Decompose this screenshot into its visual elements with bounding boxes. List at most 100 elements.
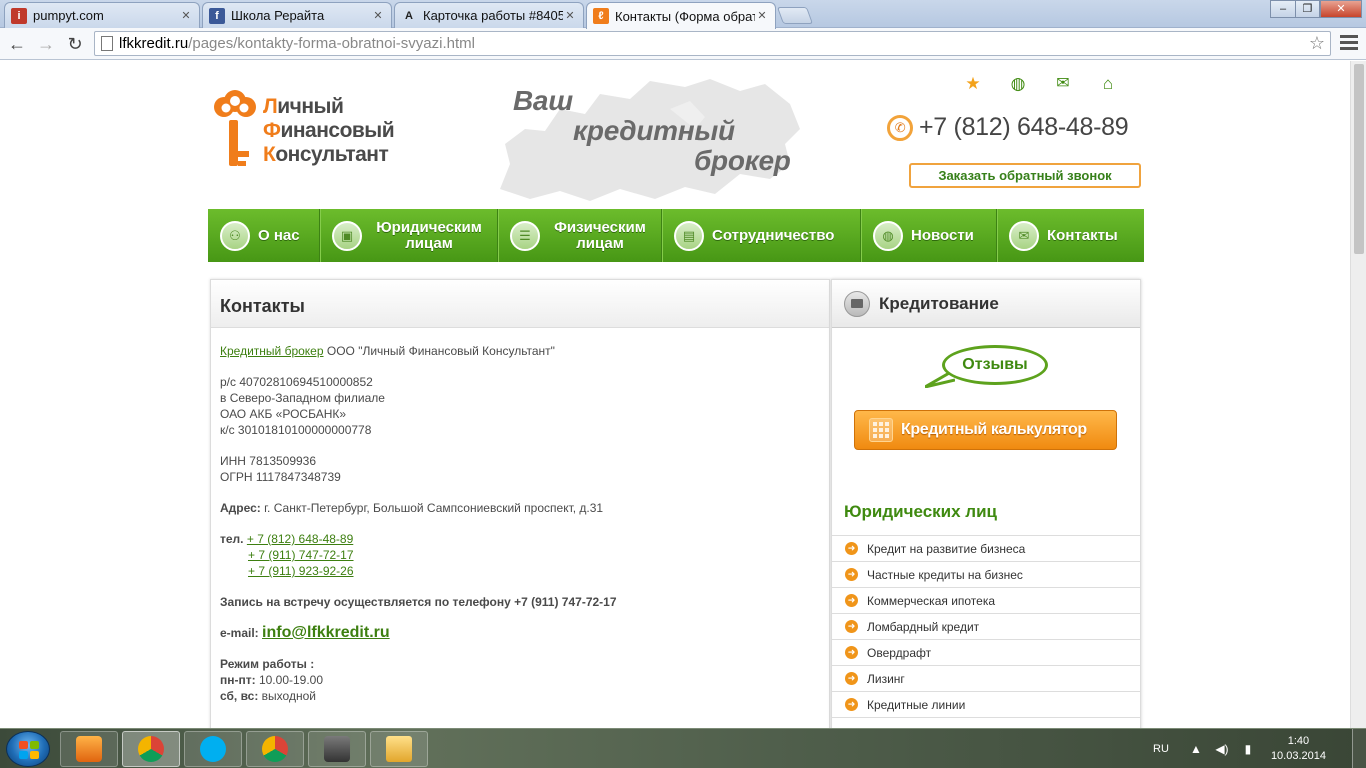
sidebar-title-text: Кредитование (879, 293, 999, 313)
chrome-menu-icon[interactable] (1340, 35, 1358, 51)
phone-number: +7 (812) 648-48-89 (919, 113, 1129, 141)
close-icon[interactable]: ✕ (755, 9, 769, 23)
bank-account: р/с 40702810694510000852 (220, 375, 373, 389)
credit-calculator-button[interactable]: Кредитный калькулятор (854, 410, 1117, 450)
sidebar-title: Кредитование (832, 280, 1140, 328)
list-item[interactable]: ➜ Кредит на развитие бизнеса (832, 535, 1140, 561)
briefcase-icon (844, 290, 870, 317)
list-item[interactable]: ➜ Ломбардный кредит (832, 613, 1140, 639)
nav-label: Новости (911, 226, 974, 244)
nav-item-about[interactable]: ⚇ О нас (208, 209, 320, 262)
tab-rewrite-school[interactable]: f Школа Рерайта ✕ (202, 2, 392, 28)
close-icon[interactable]: ✕ (563, 9, 577, 23)
tab-title: Школа Рерайта (231, 8, 325, 23)
phone-link[interactable]: + 7 (911) 747-72-17 (220, 547, 829, 563)
address-label: Адрес: (220, 501, 261, 515)
window-close-button[interactable]: ✕ (1320, 0, 1362, 18)
list-item[interactable]: ➜ Кредитные линии (832, 691, 1140, 717)
vertical-scrollbar[interactable] (1350, 61, 1366, 728)
list-item[interactable]: ➜ Частные кредиты на бизнес (832, 561, 1140, 587)
favorite-star-icon[interactable]: ★ (962, 73, 984, 95)
close-icon[interactable]: ✕ (179, 9, 193, 23)
minimize-button[interactable]: – (1270, 0, 1296, 18)
taskbar-media-player[interactable] (60, 731, 118, 767)
bookmark-star-icon[interactable]: ☆ (1309, 33, 1325, 54)
list-item[interactable]: ➜ Овердрафт (832, 639, 1140, 665)
main-navigation: ⚇ О нас ▣ Юридическим лицам ☰ Физическим… (208, 209, 1144, 262)
back-arrow-icon[interactable]: ← (6, 33, 28, 55)
reviews-button[interactable]: Отзывы (942, 345, 1048, 385)
volume-icon[interactable]: ◀) (1214, 742, 1230, 756)
nav-item-legal-entities[interactable]: ▣ Юридическим лицам (320, 209, 498, 262)
windows-logo-icon (19, 741, 39, 759)
start-button[interactable] (6, 731, 50, 767)
bank-branch: в Северо-Западном филиале (220, 391, 385, 405)
document-icon: ☰ (510, 220, 540, 251)
bank-name: ОАО АКБ «РОСБАНК» (220, 407, 347, 421)
phone-link[interactable]: + 7 (911) 923-92-26 (220, 563, 829, 579)
show-hidden-icons-icon[interactable]: ▲ (1188, 742, 1204, 756)
nav-item-individuals[interactable]: ☰ Физическим лицам (498, 209, 662, 262)
nav-item-news[interactable]: ◍ Новости (861, 209, 997, 262)
credit-broker-link[interactable]: Кредитный брокер (220, 344, 324, 358)
reload-icon[interactable]: ↻ (64, 33, 86, 55)
home-icon[interactable]: ⌂ (1097, 73, 1119, 95)
taskbar-gimp[interactable] (308, 731, 366, 767)
tab-title: Карточка работы #84056 (423, 8, 563, 23)
scrollbar-thumb[interactable] (1354, 64, 1364, 254)
forward-arrow-icon[interactable]: → (35, 33, 57, 55)
browser-tab-strip: i pumpyt.com ✕ f Школа Рерайта ✕ A Карто… (0, 0, 1366, 29)
gimp-icon (324, 736, 350, 762)
phone-icon: ✆ (887, 114, 913, 141)
network-icon[interactable]: ▮ (1240, 742, 1256, 756)
mail-icon[interactable]: ✉ (1052, 73, 1074, 95)
language-indicator[interactable]: RU (1153, 743, 1169, 755)
tab-pumpyt[interactable]: i pumpyt.com ✕ (4, 2, 200, 28)
page-icon (101, 36, 113, 51)
skype-icon (200, 736, 226, 762)
advego-icon: A (405, 9, 413, 22)
taskbar-skype[interactable] (184, 731, 242, 767)
arrow-right-icon: ➜ (845, 594, 858, 607)
contacts-panel: Контакты Кредитный брокер ООО "Личный Фи… (210, 279, 830, 728)
list-item-partial[interactable] (832, 717, 1140, 728)
list-item[interactable]: ➜ Коммерческая ипотека (832, 587, 1140, 613)
arrow-right-icon: ➜ (845, 568, 858, 581)
windows-taskbar: RU ▲ ◀) ▮ 1:40 10.03.2014 (0, 728, 1366, 768)
address: г. Санкт-Петербург, Большой Сампсониевск… (260, 501, 604, 515)
system-tray: RU ▲ ◀) ▮ 1:40 10.03.2014 (1153, 729, 1326, 768)
tab-contacts[interactable]: ℓ Контакты (Форма обратн ✕ (586, 2, 776, 29)
hours-label: Режим работы : (220, 657, 315, 671)
phone-link[interactable]: + 7 (812) 648-48-89 (247, 532, 353, 546)
taskbar-chrome-2[interactable] (246, 731, 304, 767)
key-logo-icon (214, 90, 256, 117)
clock[interactable]: 1:40 10.03.2014 (1271, 734, 1326, 764)
globe-icon: ◍ (873, 220, 903, 251)
close-icon[interactable]: ✕ (371, 9, 385, 23)
restore-button[interactable]: ❐ (1295, 0, 1320, 18)
globe-icon[interactable]: ◍ (1007, 73, 1029, 95)
email-link[interactable]: info@lfkkredit.ru (262, 624, 390, 641)
weekdays-label: пн-пт: (220, 673, 256, 687)
arrow-right-icon: ➜ (845, 646, 858, 659)
url-path: /pages/kontakty-forma-obratnoi-svyazi.ht… (188, 35, 475, 52)
address-bar[interactable]: lfkkredit.ru/pages/kontakty-forma-obratn… (94, 31, 1331, 56)
tab-job-card[interactable]: A Карточка работы #84056 ✕ (394, 2, 584, 28)
tab-title: pumpyt.com (33, 8, 104, 23)
show-desktop-button[interactable] (1352, 729, 1366, 768)
nav-item-contacts[interactable]: ✉ Контакты (997, 209, 1144, 262)
list-item[interactable]: ➜ Лизинг (832, 665, 1140, 691)
tab-title: Контакты (Форма обратн (615, 8, 755, 24)
taskbar-explorer[interactable] (370, 731, 428, 767)
nav-label: Сотрудничество (712, 226, 835, 244)
media-player-icon (76, 736, 102, 762)
site-logo[interactable]: Личный Финансовый Консультант (211, 85, 441, 170)
new-tab-button[interactable] (776, 7, 814, 24)
nav-item-cooperation[interactable]: ▤ Сотрудничество (662, 209, 861, 262)
folder-icon: ▤ (674, 220, 704, 251)
callback-button[interactable]: Заказать обратный звонок (909, 163, 1141, 188)
weekend-label: сб, вс: (220, 689, 259, 703)
contacts-body: Кредитный брокер ООО "Личный Финансовый … (211, 328, 829, 704)
meeting-note: Запись на встречу осуществляется по теле… (220, 595, 617, 609)
taskbar-chrome-1[interactable] (122, 731, 180, 767)
